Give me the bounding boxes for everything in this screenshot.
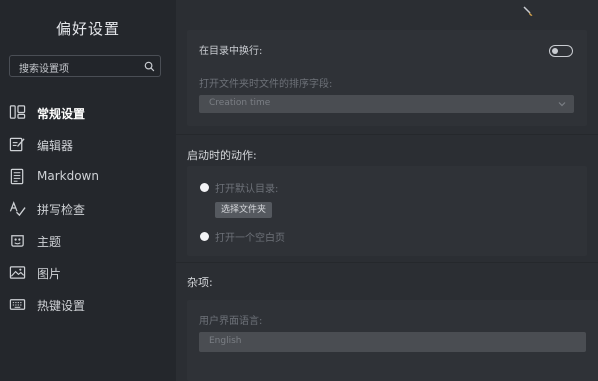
settings-panel: 在目录中换行: 打开文件夹时文件的排序字段: Creation time 启动时… <box>176 0 598 381</box>
choose-folder-button[interactable]: 选择文件夹 <box>215 202 272 218</box>
ui-language-value: English <box>209 336 242 346</box>
open-default-dir-label: 打开默认目录: <box>215 184 279 195</box>
sidebar-item-label: 编辑器 <box>37 139 74 153</box>
sort-select-value: Creation time <box>209 98 271 108</box>
editor-icon <box>9 137 25 152</box>
sidebar-item-keybindings[interactable]: 热键设置 <box>0 292 176 318</box>
ui-language-label: 用户界面语言: <box>199 316 263 327</box>
sidebar-item-label: 主题 <box>37 235 62 249</box>
section-divider <box>176 134 598 135</box>
sidebar-item-label: 热键设置 <box>37 299 86 313</box>
ui-language-select[interactable]: English <box>199 332 586 352</box>
sort-select[interactable]: Creation time <box>199 95 574 113</box>
sidebar-item-markdown[interactable]: Markdown <box>0 164 176 190</box>
sidebar-item-label: 图片 <box>37 267 62 281</box>
sidebar-item-general[interactable]: 常规设置 <box>0 100 176 126</box>
wrap-label: 在目录中换行: <box>199 46 263 57</box>
markdown-icon <box>10 168 24 185</box>
sort-label: 打开文件夹时文件的排序字段: <box>199 79 333 90</box>
sidebar-item-label: Markdown <box>37 169 99 183</box>
brush-icon <box>523 6 533 16</box>
general-settings-icon <box>9 105 26 119</box>
search-input[interactable]: 搜索设置项 <box>9 55 161 77</box>
toggle-knob <box>552 47 558 54</box>
open-blank-radio[interactable] <box>200 232 209 241</box>
sidebar-item-image[interactable]: 图片 <box>0 260 176 286</box>
section-divider <box>176 262 598 263</box>
sidebar-item-editor[interactable]: 编辑器 <box>0 132 176 158</box>
sidebar: 偏好设置 搜索设置项 常规设置 编辑器 Markdown 拼写检查 主题 图片 … <box>0 0 176 381</box>
wrap-toggle[interactable] <box>549 45 573 57</box>
misc-card: 用户界面语言: English <box>187 300 598 381</box>
search-placeholder: 搜索设置项 <box>19 64 69 75</box>
theme-icon <box>11 235 24 247</box>
chevron-down-icon <box>558 102 566 107</box>
startup-section-title: 启动时的动作: <box>187 149 257 162</box>
spellcheck-icon <box>9 201 26 217</box>
search-icon[interactable] <box>144 61 155 72</box>
image-icon <box>9 266 26 279</box>
open-default-dir-radio[interactable] <box>200 183 209 192</box>
sidebar-item-label: 常规设置 <box>37 107 86 121</box>
sidebar-item-spellcheck[interactable]: 拼写检查 <box>0 196 176 222</box>
startup-card: 打开默认目录: 选择文件夹 打开一个空白页 <box>187 166 587 256</box>
sidebar-options-card: 在目录中换行: 打开文件夹时文件的排序字段: Creation time <box>187 30 587 126</box>
sidebar-item-theme[interactable]: 主题 <box>0 228 176 254</box>
keyboard-icon <box>9 299 26 310</box>
sidebar-title: 偏好设置 <box>55 20 120 38</box>
open-blank-label: 打开一个空白页 <box>215 233 285 244</box>
sidebar-item-label: 拼写检查 <box>37 203 86 217</box>
misc-section-title: 杂项: <box>187 276 213 289</box>
